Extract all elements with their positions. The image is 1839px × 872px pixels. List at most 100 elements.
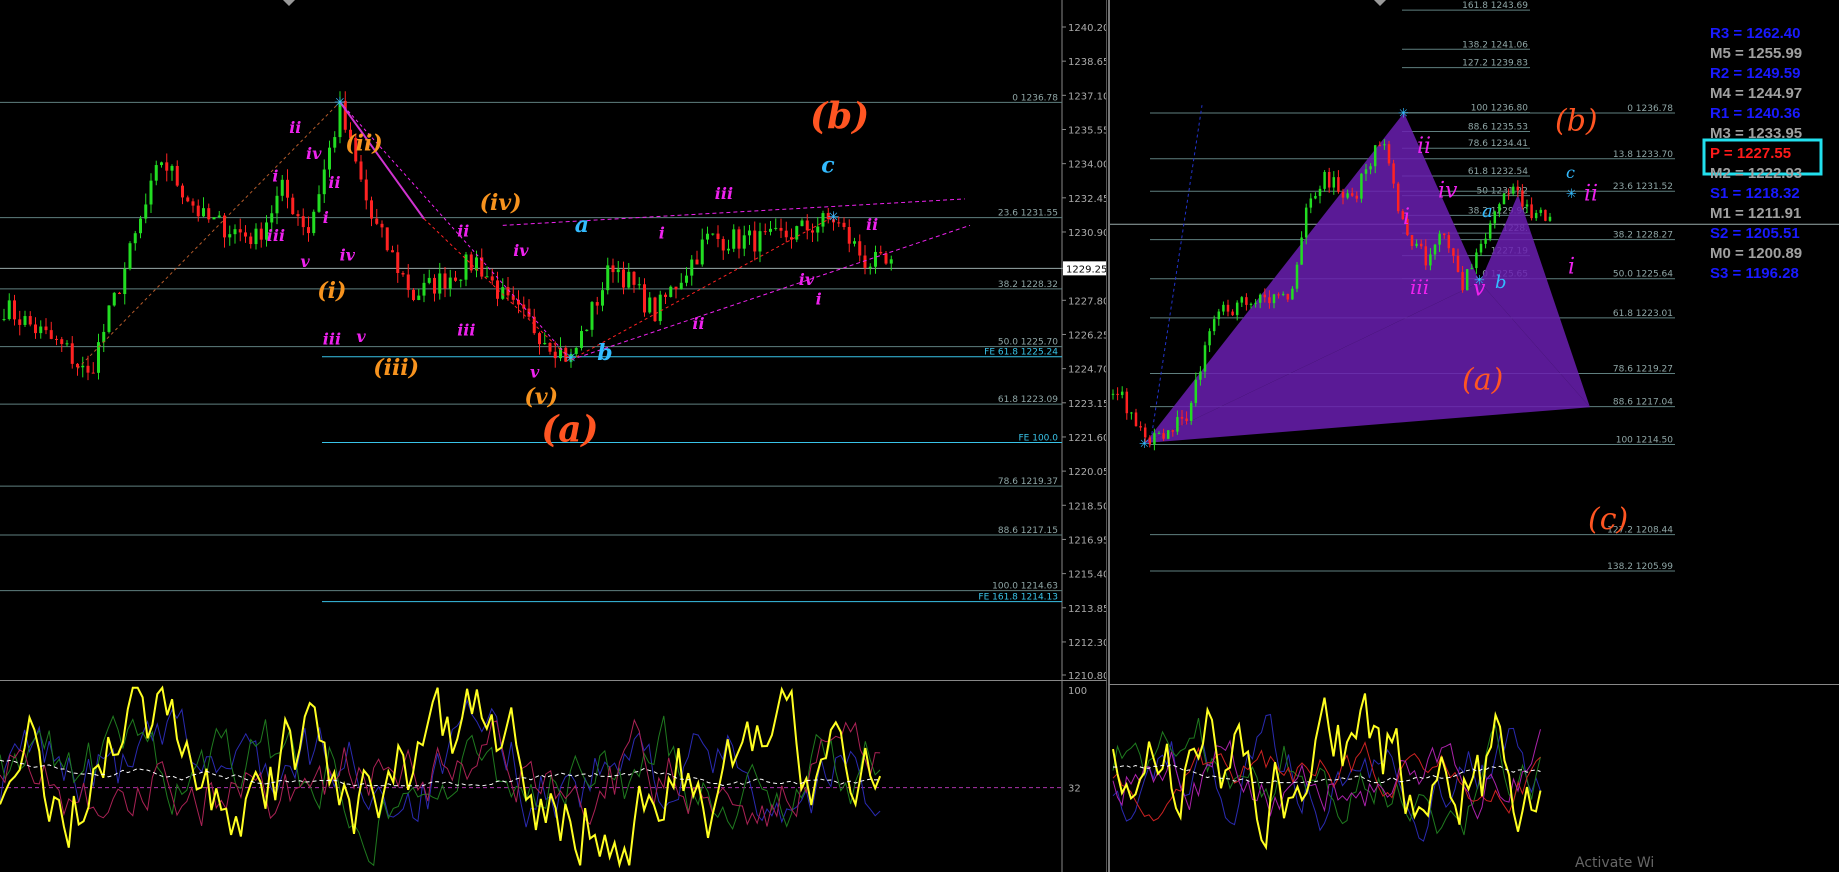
wave-label: ii: [328, 173, 340, 192]
candle-body: [795, 226, 799, 240]
candle-body: [868, 266, 872, 268]
candle-body: [727, 248, 730, 251]
fib-level-label: 38.2 1228.27: [1613, 231, 1673, 241]
candle-body: [1295, 264, 1299, 289]
fib-level-label: 0 1236.78: [1012, 93, 1058, 103]
candle-body: [501, 287, 505, 299]
candle-body: [490, 276, 494, 281]
candle-body: [417, 295, 421, 301]
price-axis-label: 1218.50: [1068, 501, 1106, 512]
price-axis-label: 1230.90: [1068, 228, 1106, 239]
candle-body: [1387, 144, 1391, 164]
candle-body: [884, 253, 888, 264]
candle-body: [669, 286, 673, 297]
candle-body: [742, 235, 746, 249]
wave-label: (b): [1555, 104, 1598, 139]
candle-body: [181, 185, 184, 198]
candle-body: [658, 294, 662, 322]
wave-label: b: [597, 340, 612, 366]
fib-level-label: 100 1214.50: [1616, 435, 1674, 445]
candle-body: [485, 276, 489, 278]
candle-body: [23, 316, 27, 325]
candle-body: [753, 230, 757, 252]
candle-body: [1208, 331, 1211, 346]
candle-body: [70, 343, 74, 364]
fib-level-label: 50.0 1225.70: [998, 338, 1058, 348]
price-axis-label: 1237.10: [1068, 91, 1106, 102]
left-price-chart[interactable]: 1240.20 1238.65 1237.10 1235.55 1234.00 1232.…: [0, 0, 1107, 681]
candle-body: [286, 179, 289, 198]
candle-body: [86, 365, 90, 373]
wave-label: iv: [513, 241, 529, 260]
wave-label: v: [300, 252, 310, 271]
fib-level-label: 78.6 1219.27: [1613, 364, 1673, 374]
price-axis-label: 1213.85: [1068, 604, 1106, 615]
wave-label: (iii): [373, 355, 419, 381]
candle-body: [853, 241, 856, 244]
candle-body: [391, 250, 394, 253]
left-oscillator-panel[interactable]: 100 32: [0, 681, 1107, 872]
right-oscillator-panel[interactable]: Activate Wi: [1108, 685, 1839, 872]
fib-level-label: 88.6 1217.15: [998, 526, 1058, 536]
candle-body: [538, 333, 541, 345]
wave-trend-line: [339, 101, 425, 220]
candle-body: [1258, 294, 1262, 303]
candle-body: [1415, 243, 1418, 247]
channel-line: [502, 198, 965, 226]
candle-body: [1203, 345, 1207, 372]
candle-body: [1185, 418, 1188, 421]
wave-label: ii: [1584, 181, 1598, 206]
candle-body: [81, 365, 85, 368]
price-axis-label: 1212.30: [1068, 638, 1106, 649]
candle-body: [1323, 171, 1326, 189]
candle-body: [144, 204, 148, 219]
price-axis-label: 1226.25: [1068, 330, 1106, 341]
pivot-level-s1: S1 = 1218.32: [1710, 185, 1800, 202]
price-axis-label: 1234.00: [1068, 160, 1106, 171]
candle-body: [622, 269, 625, 288]
candle-body: [1235, 302, 1239, 316]
fib-level-label: 78.6 1234.41: [1468, 139, 1528, 149]
candle-body: [7, 300, 11, 320]
wave-label: b: [1495, 272, 1507, 293]
candle-body: [690, 259, 694, 276]
candle-body: [385, 227, 389, 251]
candle-body: [1346, 193, 1349, 198]
candle-body: [165, 162, 169, 171]
wave-label: v: [356, 327, 366, 346]
candle-body: [805, 220, 809, 231]
candle-body: [307, 227, 310, 234]
fe-level-label: FE 61.8 1225.24: [984, 348, 1058, 358]
candle-body: [774, 227, 778, 229]
candle-body: [553, 351, 557, 359]
candle-body: [879, 251, 883, 254]
right-price-chart[interactable]: 161.8 1243.69 138.2 1241.06 127.2 1239.83 1…: [1108, 0, 1839, 685]
candle-body: [1521, 190, 1524, 207]
candle-body: [49, 330, 53, 339]
wave-label: ii: [1417, 134, 1431, 159]
candle-body: [1442, 233, 1446, 236]
candle-body: [1392, 163, 1395, 184]
candle-body: [1337, 177, 1340, 192]
fib-level-label: 38.2 1228.32: [998, 280, 1058, 290]
wave-label: iv: [799, 270, 815, 289]
candle-body: [543, 342, 547, 345]
candle-body: [44, 326, 48, 331]
candle-body: [606, 265, 610, 291]
candle-body: [2, 319, 6, 321]
candle-body: [1534, 212, 1538, 219]
candle-body: [448, 277, 452, 289]
wave-connector-line: [77, 101, 341, 369]
candle-body: [1231, 311, 1234, 316]
candle-body: [1222, 304, 1225, 312]
candle-body: [1502, 193, 1506, 205]
wave-label: i: [1403, 205, 1410, 230]
candle-body: [1139, 426, 1142, 428]
candle-body: [1456, 255, 1460, 272]
wave-label: (iv): [480, 190, 522, 216]
candle-body: [118, 292, 121, 295]
candle-body: [1153, 433, 1156, 445]
candle-body: [1309, 198, 1313, 208]
candle-body: [1355, 195, 1359, 199]
price-axis-label: 1220.05: [1068, 467, 1106, 478]
